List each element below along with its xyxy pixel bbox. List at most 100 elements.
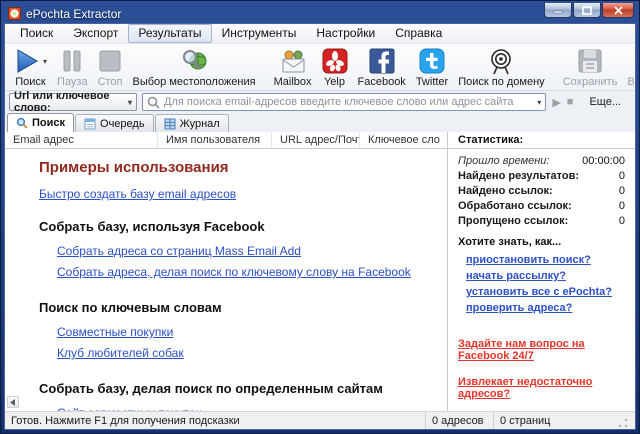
example-link-dog-club[interactable]: Клуб любителей собак xyxy=(57,346,184,360)
pause-icon xyxy=(61,49,83,73)
tab-search[interactable]: Поиск xyxy=(7,113,74,132)
tab-queue[interactable]: Очередь xyxy=(75,114,154,132)
search-input[interactable] xyxy=(164,96,534,108)
scroll-left-button[interactable] xyxy=(7,396,19,408)
more-options-link[interactable]: Еще... xyxy=(589,96,621,108)
tab-queue-label: Очередь xyxy=(100,118,145,130)
examples-content: Примеры использования Быстро создать баз… xyxy=(5,149,447,411)
toolbar-save-button[interactable]: Сохранить xyxy=(558,46,623,89)
stat-links-processed: Обработано ссылок: 0 xyxy=(448,198,635,213)
chevron-down-icon: ▾ xyxy=(128,98,132,107)
search-mode-select[interactable]: Url или ключевое слово: ▾ xyxy=(9,93,137,111)
location-globe-icon xyxy=(180,48,208,74)
list-icon xyxy=(84,118,96,130)
resize-grip[interactable] xyxy=(617,417,629,429)
toolbar-pause-label: Пауза xyxy=(57,76,88,88)
arrow-left-icon xyxy=(10,399,16,406)
tab-search-label: Поиск xyxy=(32,117,65,129)
chevron-down-icon: ▾ xyxy=(537,98,541,107)
example-link-facebook-keyword[interactable]: Собрать адреса, делая поиск по ключевому… xyxy=(57,265,411,279)
toolbar-mailbox-button[interactable]: Mailbox xyxy=(269,46,317,89)
maximize-button[interactable] xyxy=(573,3,601,18)
stat-results-found: Найдено результатов: 0 xyxy=(448,168,635,183)
tab-journal-label: Журнал xyxy=(180,118,220,130)
status-page-count: 0 страниц xyxy=(493,412,635,429)
howto-link-install-epochta[interactable]: установить все с ePochta? xyxy=(466,286,625,298)
play-icon xyxy=(14,48,40,74)
minimize-icon xyxy=(553,6,563,14)
column-username[interactable]: Имя пользователя xyxy=(158,132,272,148)
search-row: Url или ключевое слово: ▾ ▾ ▶ ■ Еще... xyxy=(5,91,635,113)
example-link-purchases-site[interactable]: Сайт совместных покупок xyxy=(57,406,201,411)
search-mode-value: Url или ключевое слово: xyxy=(14,90,125,114)
menu-bar: Поиск Экспорт Результаты Инструменты Нас… xyxy=(5,24,635,44)
search-box: ▾ xyxy=(142,93,546,111)
menu-help[interactable]: Справка xyxy=(385,24,452,43)
app-window: ePochta Extractor Поиск Экспорт Результа… xyxy=(0,0,640,434)
menu-search[interactable]: Поиск xyxy=(10,24,63,43)
toolbar-yelp-button[interactable]: Yelp xyxy=(317,46,353,89)
twitter-icon xyxy=(419,48,445,74)
title-bar: ePochta Extractor xyxy=(4,4,636,23)
toolbar-pause-button[interactable]: Пауза xyxy=(52,46,93,89)
chevron-down-icon: ▾ xyxy=(43,57,47,66)
stat-links-found: Найдено ссылок: 0 xyxy=(448,183,635,198)
maximize-icon xyxy=(582,6,592,15)
tab-journal[interactable]: Журнал xyxy=(155,114,229,132)
close-icon xyxy=(614,6,623,15)
promo-link-facebook-question[interactable]: Задайте нам вопрос на Facebook 24/7 xyxy=(458,338,625,362)
statistics-title: Статистика: xyxy=(448,132,635,149)
toolbar-domain-search-label: Поиск по домену xyxy=(458,76,544,88)
status-message: Готов. Нажмите F1 для получения подсказк… xyxy=(5,412,425,429)
toolbar-search-button[interactable]: ▾ Поиск xyxy=(9,46,52,89)
examples-title: Примеры использования xyxy=(39,159,447,176)
mailbox-icon xyxy=(279,48,307,74)
stop-icon xyxy=(98,49,122,73)
status-bar: Готов. Нажмите F1 для получения подсказк… xyxy=(5,411,635,429)
yelp-icon xyxy=(322,48,348,74)
toolbar-mailbox-label: Mailbox xyxy=(274,76,312,88)
toolbar-facebook-button[interactable]: Facebook xyxy=(353,46,411,89)
magnifier-icon xyxy=(16,117,28,129)
column-keyword[interactable]: Ключевое сло xyxy=(360,132,447,148)
minimize-button[interactable] xyxy=(544,3,572,18)
stat-links-skipped: Пропущено ссылок: 0 xyxy=(448,213,635,228)
toolbar-yelp-label: Yelp xyxy=(324,76,345,88)
howto-link-pause-search[interactable]: приостановить поиск? xyxy=(466,254,625,266)
toolbar-stop-label: Стоп xyxy=(98,76,123,88)
menu-export[interactable]: Экспорт xyxy=(63,24,128,43)
toolbar-domain-search-button[interactable]: Поиск по домену xyxy=(453,46,549,89)
table-icon xyxy=(164,118,176,130)
window-title: ePochta Extractor xyxy=(26,7,121,21)
menu-results[interactable]: Результаты xyxy=(128,24,211,43)
start-search-mini-button[interactable]: ▶ xyxy=(552,96,560,109)
promo-link-not-enough-addresses[interactable]: Извлекает недостаточно адресов? xyxy=(458,376,625,400)
howto-link-verify-addresses[interactable]: проверить адреса? xyxy=(466,302,625,314)
section-sites-heading: Собрать базу, делая поиск по определенны… xyxy=(39,381,447,396)
close-button[interactable] xyxy=(602,3,634,18)
toolbar-twitter-label: Twitter xyxy=(416,76,448,88)
facebook-icon xyxy=(369,48,395,74)
toolbar-twitter-button[interactable]: Twitter xyxy=(411,46,453,89)
example-link-joint-purchases[interactable]: Совместные покупки xyxy=(57,325,173,339)
toolbar-location-button[interactable]: Выбор местоположения xyxy=(128,46,261,89)
howto-title: Хотите знать, как... xyxy=(448,228,635,252)
column-email[interactable]: Email адрес xyxy=(5,132,158,148)
save-floppy-icon xyxy=(577,48,603,74)
section-keywords-heading: Поиск по ключевым словам xyxy=(39,300,447,315)
toolbar-save-label: Сохранить xyxy=(563,76,618,88)
toolbar: ▾ Поиск Пауза Стоп xyxy=(5,44,635,91)
example-link-quick-base[interactable]: Быстро создать базу email адресов xyxy=(39,187,236,201)
status-address-count: 0 адресов xyxy=(425,412,493,429)
column-url[interactable]: URL адрес/Почтовый я... xyxy=(272,132,360,148)
toolbar-clipboard-button[interactable]: В Буфер xyxy=(622,46,635,89)
toolbar-stop-button[interactable]: Стоп xyxy=(93,46,128,89)
howto-link-start-mailing[interactable]: начать рассылку? xyxy=(466,270,625,282)
toolbar-location-label: Выбор местоположения xyxy=(133,76,256,88)
domain-target-icon xyxy=(487,48,515,75)
menu-settings[interactable]: Настройки xyxy=(306,24,385,43)
stop-search-mini-button[interactable]: ■ xyxy=(567,96,574,108)
example-link-mass-email-add[interactable]: Собрать адреса со страниц Mass Email Add xyxy=(57,244,301,258)
toolbar-facebook-label: Facebook xyxy=(358,76,406,88)
menu-tools[interactable]: Инструменты xyxy=(212,24,307,43)
